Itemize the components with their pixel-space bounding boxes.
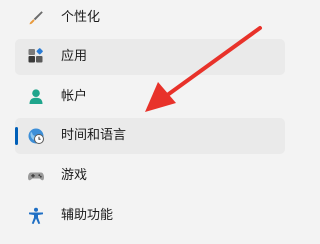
apps-icon xyxy=(27,48,45,66)
sidebar-item-label: 辅助功能 xyxy=(61,208,114,223)
sidebar-item-label: 游戏 xyxy=(61,168,88,183)
paintbrush-icon xyxy=(27,9,45,27)
sidebar-item-gaming[interactable]: 游戏 xyxy=(15,158,285,194)
sidebar-item-personalization[interactable]: 个性化 xyxy=(15,0,285,36)
sidebar-item-label: 个性化 xyxy=(61,10,101,25)
accessibility-icon xyxy=(27,207,45,225)
sidebar-item-label: 应用 xyxy=(61,49,88,64)
sidebar-item-label: 帐户 xyxy=(61,89,88,104)
sidebar-item-accessibility[interactable]: 辅助功能 xyxy=(15,198,285,234)
sidebar-item-time-language[interactable]: 时间和语言 xyxy=(15,118,285,154)
account-icon xyxy=(27,88,45,106)
sidebar-item-accounts[interactable]: 帐户 xyxy=(15,79,285,115)
globe-clock-icon xyxy=(27,127,45,145)
gamepad-icon xyxy=(27,167,45,185)
sidebar-item-label: 时间和语言 xyxy=(61,128,127,143)
sidebar-item-apps[interactable]: 应用 xyxy=(15,39,285,75)
selection-indicator xyxy=(15,127,18,145)
settings-nav-panel: 个性化 应用 帐户 时间和语言 游戏 辅助功能 xyxy=(0,0,307,244)
